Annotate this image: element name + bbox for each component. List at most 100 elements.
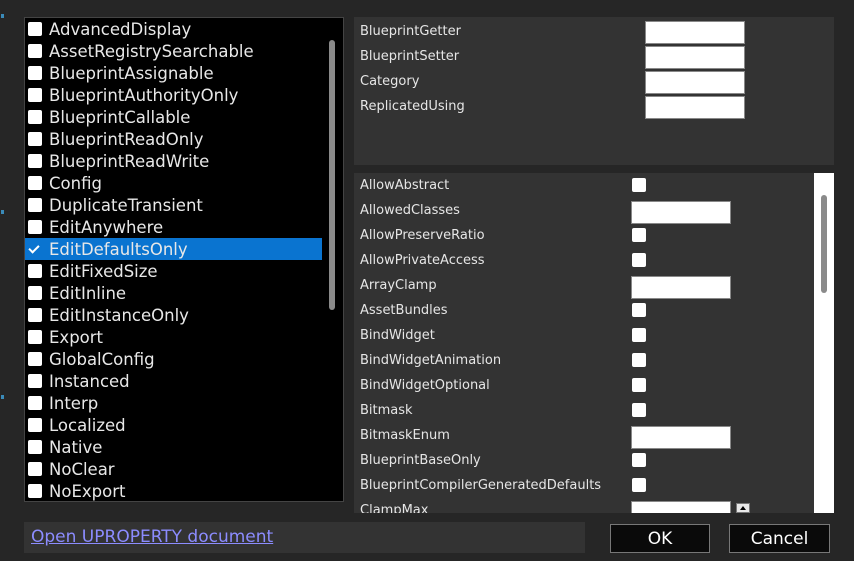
ok-button[interactable]: OK — [610, 524, 710, 553]
meta-scrollbar-thumb[interactable] — [821, 195, 827, 293]
allowed-classes-input[interactable] — [631, 201, 731, 224]
specifier-label: NoExport — [49, 481, 126, 501]
specifier-item-blueprint-callable[interactable]: BlueprintCallable — [25, 106, 322, 128]
specifier-item-localized[interactable]: Localized — [25, 414, 322, 436]
specifier-checkbox[interactable] — [28, 396, 42, 410]
specifier-item-blueprint-read-write[interactable]: BlueprintReadWrite — [25, 150, 322, 172]
specifier-item-asset-registry-searchable[interactable]: AssetRegistrySearchable — [25, 40, 322, 62]
meta-row-array-clamp: ArrayClamp — [354, 273, 814, 299]
meta-label: AssetBundles — [360, 303, 448, 318]
asset-bundles-checkbox[interactable] — [632, 303, 646, 317]
specifier-item-duplicate-transient[interactable]: DuplicateTransient — [25, 194, 322, 216]
specifier-item-blueprint-authority-only[interactable]: BlueprintAuthorityOnly — [25, 84, 322, 106]
specifier-label: AdvancedDisplay — [49, 19, 192, 39]
blueprint-setter-input[interactable] — [645, 46, 745, 69]
meta-label: BlueprintCompilerGeneratedDefaults — [360, 478, 602, 493]
bind-widget-animation-checkbox[interactable] — [632, 353, 646, 367]
blueprint-compiler-generated-defaults-checkbox[interactable] — [632, 478, 646, 492]
meta-row-allow-abstract: AllowAbstract — [354, 173, 814, 198]
blueprint-base-only-checkbox[interactable] — [632, 453, 646, 467]
specifier-checkbox[interactable] — [28, 374, 42, 388]
specifier-checkbox[interactable] — [28, 22, 42, 36]
array-clamp-input[interactable] — [631, 276, 731, 299]
specifier-item-edit-fixed-size[interactable]: EditFixedSize — [25, 260, 322, 282]
specifier-item-global-config[interactable]: GlobalConfig — [25, 348, 322, 370]
meta-row-asset-bundles: AssetBundles — [354, 298, 814, 323]
specifier-checkbox[interactable] — [28, 330, 42, 344]
specifier-item-native[interactable]: Native — [25, 436, 322, 458]
open-document-link[interactable]: Open UPROPERTY document — [31, 527, 273, 547]
meta-row-blueprint-base-only: BlueprintBaseOnly — [354, 448, 814, 473]
specifier-item-no-clear[interactable]: NoClear — [25, 458, 322, 480]
clamp-max-input[interactable] — [631, 501, 731, 513]
specifier-checkbox[interactable] — [28, 198, 42, 212]
meta-label: ClampMax — [360, 503, 429, 513]
specifier-item-instanced[interactable]: Instanced — [25, 370, 322, 392]
allow-abstract-checkbox[interactable] — [632, 178, 646, 192]
specifier-item-config[interactable]: Config — [25, 172, 322, 194]
specifier-checkbox[interactable] — [28, 66, 42, 80]
specifier-scrollbar-thumb[interactable] — [329, 40, 335, 310]
specifier-label: EditAnywhere — [49, 217, 164, 237]
meta-specifier-list[interactable]: AllowAbstract AllowedClasses AllowPreserve… — [354, 173, 834, 513]
meta-label: BindWidget — [360, 328, 435, 343]
bitmask-enum-input[interactable] — [631, 426, 731, 449]
meta-label: BindWidgetAnimation — [360, 353, 502, 368]
specifier-label: GlobalConfig — [49, 349, 155, 369]
category-input[interactable] — [645, 71, 745, 94]
specifier-label: NoClear — [49, 459, 115, 479]
specifier-checkbox[interactable] — [28, 154, 42, 168]
specifier-checkbox[interactable] — [28, 110, 42, 124]
specifier-item-no-export[interactable]: NoExport — [25, 480, 322, 501]
specifier-checkbox[interactable] — [28, 352, 42, 366]
specifier-label: Instanced — [49, 371, 130, 391]
specifier-checkbox[interactable] — [28, 462, 42, 476]
specifier-checkbox[interactable] — [28, 308, 42, 322]
specifier-item-blueprint-assignable[interactable]: BlueprintAssignable — [25, 62, 322, 84]
replicated-using-input[interactable] — [645, 96, 745, 119]
specifier-checkbox[interactable] — [28, 176, 42, 190]
specifier-item-export[interactable]: Export — [25, 326, 322, 348]
meta-row-bind-widget-optional: BindWidgetOptional — [354, 373, 814, 398]
bitmask-checkbox[interactable] — [632, 403, 646, 417]
param-row-replicated-using: ReplicatedUsing — [354, 95, 834, 120]
meta-row-bind-widget-animation: BindWidgetAnimation — [354, 348, 814, 373]
specifier-checkbox[interactable] — [28, 440, 42, 454]
meta-label: BitmaskEnum — [360, 428, 450, 443]
specifier-checkbox[interactable] — [28, 88, 42, 102]
specifier-checkbox[interactable] — [28, 44, 42, 58]
specifier-item-edit-anywhere[interactable]: EditAnywhere — [25, 216, 322, 238]
specifier-checkbox[interactable] — [28, 132, 42, 146]
specifier-label: Export — [49, 327, 104, 347]
specifier-checkbox[interactable] — [28, 286, 42, 300]
param-row-blueprint-setter: BlueprintSetter — [354, 45, 834, 70]
document-link-bar: Open UPROPERTY document — [24, 522, 585, 553]
meta-row-allowed-classes: AllowedClasses — [354, 198, 814, 224]
specifier-item-edit-inline[interactable]: EditInline — [25, 282, 322, 304]
checkmark-icon[interactable] — [28, 242, 42, 256]
allow-private-access-checkbox[interactable] — [632, 253, 646, 267]
specifier-item-edit-instance-only[interactable]: EditInstanceOnly — [25, 304, 322, 326]
meta-label: BindWidgetOptional — [360, 378, 490, 393]
cancel-button[interactable]: Cancel — [729, 524, 830, 553]
specifier-checkbox[interactable] — [28, 484, 42, 498]
specifier-item-advanced-display[interactable]: AdvancedDisplay — [25, 18, 322, 40]
specifier-label: BlueprintReadOnly — [49, 129, 204, 149]
param-label: ReplicatedUsing — [360, 99, 465, 114]
meta-row-clamp-max: ClampMax — [354, 498, 814, 513]
specifier-checkbox[interactable] — [28, 264, 42, 278]
bind-widget-checkbox[interactable] — [632, 328, 646, 342]
specifier-label: BlueprintReadWrite — [49, 151, 210, 171]
meta-label: AllowPreserveRatio — [360, 228, 485, 243]
specifier-list[interactable]: AdvancedDisplay AssetRegistrySearchable Bl… — [24, 17, 344, 502]
spin-up-arrow-icon[interactable] — [736, 503, 750, 513]
blueprint-getter-input[interactable] — [645, 21, 745, 44]
specifier-checkbox[interactable] — [28, 220, 42, 234]
specifier-item-edit-defaults-only[interactable]: EditDefaultsOnly — [25, 238, 322, 260]
specifier-checkbox[interactable] — [28, 418, 42, 432]
specifier-item-blueprint-read-only[interactable]: BlueprintReadOnly — [25, 128, 322, 150]
specifier-label: EditDefaultsOnly — [49, 239, 188, 259]
bind-widget-optional-checkbox[interactable] — [632, 378, 646, 392]
allow-preserve-ratio-checkbox[interactable] — [632, 228, 646, 242]
specifier-item-interp[interactable]: Interp — [25, 392, 322, 414]
